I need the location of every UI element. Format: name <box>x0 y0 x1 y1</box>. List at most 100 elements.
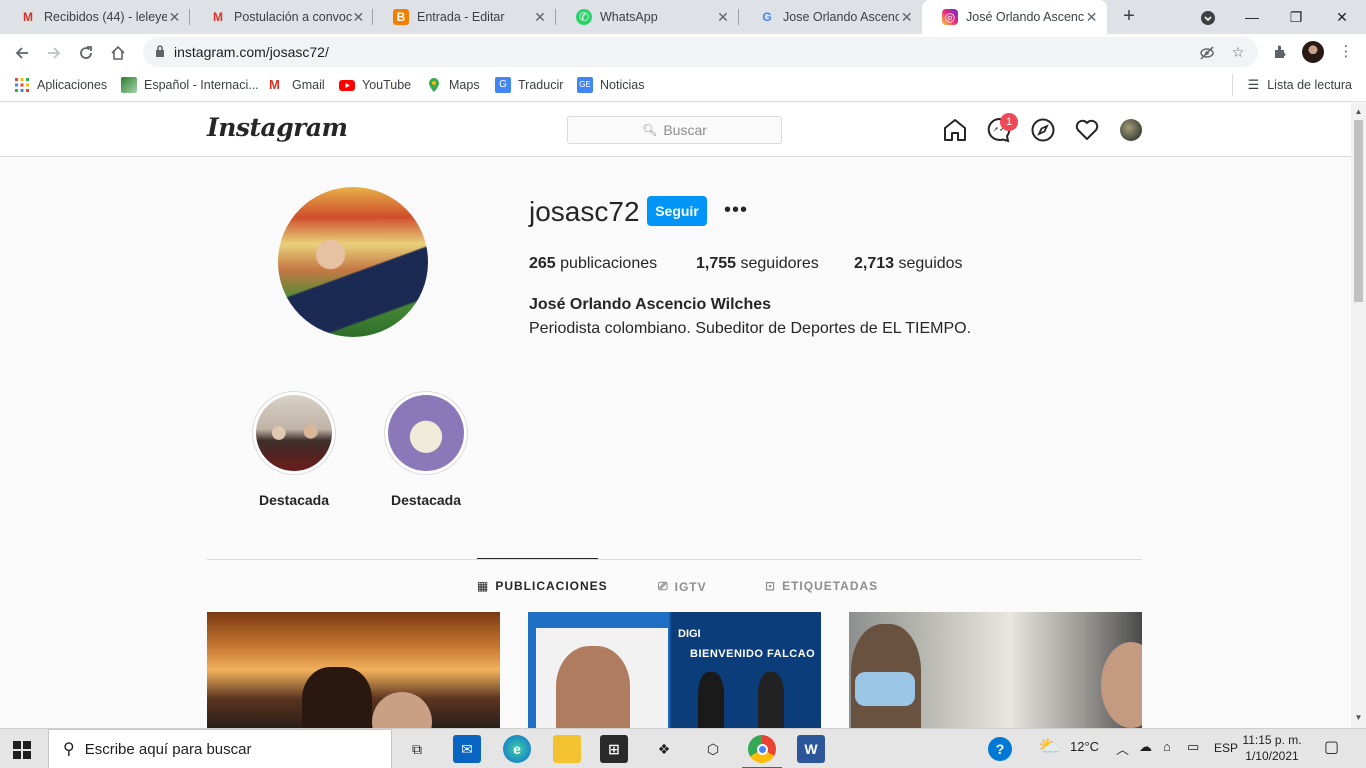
close-icon[interactable]: ✕ <box>1084 9 1099 26</box>
tab-title: WhatsApp <box>600 10 658 24</box>
apps-grid-icon <box>15 78 29 92</box>
search-input[interactable]: 🔍︎ Buscar <box>567 116 782 144</box>
maps-icon <box>429 78 439 92</box>
word-icon[interactable]: W <box>797 735 825 763</box>
gmail-icon: M <box>23 10 33 24</box>
close-window-button[interactable]: ✕ <box>1320 0 1364 34</box>
posts-count: 265 <box>529 255 556 272</box>
more-options-button[interactable]: ••• <box>724 198 748 222</box>
network-icon[interactable]: ⌂ <box>1163 739 1171 754</box>
store-icon[interactable]: ⊞ <box>600 735 628 763</box>
new-tab-button[interactable]: + <box>1118 6 1140 28</box>
help-icon[interactable]: ? <box>988 737 1012 761</box>
weather-temp[interactable]: 12°C <box>1070 739 1099 754</box>
bookmark-maps[interactable]: Maps <box>426 77 480 93</box>
tagged-icon: ⊡ <box>765 579 777 593</box>
bookmark-traducir[interactable]: G Traducir <box>495 77 563 93</box>
followers-stat[interactable]: 1,755 seguidores <box>696 255 819 273</box>
bookmark-apps[interactable]: Aplicaciones <box>14 77 107 93</box>
tab-google-search[interactable]: G Jose Orlando Ascencio ✕ <box>739 0 922 34</box>
windows-start-icon[interactable] <box>13 741 31 759</box>
scroll-up-arrow-icon[interactable]: ▲ <box>1354 107 1363 116</box>
follow-button[interactable]: Seguir <box>647 196 707 226</box>
address-bar[interactable]: instagram.com/josasc72/ ☆ <box>143 37 1258 67</box>
tabs-divider <box>207 559 1142 560</box>
edge-icon[interactable]: e <box>503 735 531 763</box>
taskbar-search-input[interactable]: ⚲ Escribe aquí para buscar <box>48 729 392 768</box>
star-icon[interactable]: ☆ <box>1229 43 1247 61</box>
heart-icon[interactable] <box>1074 117 1100 143</box>
tab-whatsapp[interactable]: ✆ WhatsApp ✕ <box>556 0 739 34</box>
bookmarks-bar: Aplicaciones Español - Internaci... M Gm… <box>0 70 1366 102</box>
bookmark-gmail[interactable]: M Gmail <box>269 77 325 93</box>
post-thumbnail[interactable] <box>849 612 1142 728</box>
translate-icon: G <box>495 77 511 93</box>
notifications-icon[interactable]: ▢ <box>1324 737 1339 757</box>
home-icon[interactable] <box>942 117 968 143</box>
tab-igtv[interactable]: ⎚ IGTV <box>658 579 707 594</box>
extensions-icon[interactable] <box>1270 42 1290 62</box>
url-text[interactable]: instagram.com/josasc72/ <box>174 44 329 60</box>
scroll-down-arrow-icon[interactable]: ▼ <box>1354 713 1363 722</box>
tab-search-button[interactable] <box>1186 0 1230 34</box>
post-photo-person <box>372 692 432 728</box>
file-explorer-icon[interactable] <box>553 735 581 763</box>
bookmark-youtube[interactable]: YouTube <box>339 77 411 93</box>
close-icon[interactable]: ✕ <box>715 9 731 26</box>
highlight-item[interactable]: Destacada <box>252 391 336 508</box>
close-icon[interactable]: ✕ <box>352 9 365 26</box>
restore-button[interactable]: ❐ <box>1274 0 1318 34</box>
chrome-profile-avatar[interactable] <box>1302 41 1324 63</box>
post-thumbnail[interactable] <box>207 612 500 728</box>
forward-button[interactable] <box>42 40 66 64</box>
home-button[interactable] <box>106 40 130 64</box>
post-thumbnail[interactable]: DIGI BIENVENIDO FALCAO <box>528 612 821 728</box>
app-hexagon-icon[interactable]: ⬡ <box>699 735 727 763</box>
close-icon[interactable]: ✕ <box>532 9 548 26</box>
onedrive-icon[interactable]: ☁ <box>1139 739 1152 755</box>
system-clock[interactable]: 11:15 p. m. 1/10/2021 <box>1240 732 1304 764</box>
bookmark-label: Traducir <box>518 78 564 92</box>
dropbox-icon[interactable]: ❖ <box>650 735 678 763</box>
scrollbar-thumb[interactable] <box>1354 120 1363 302</box>
tab-publicaciones[interactable]: ▦ PUBLICACIONES <box>477 579 608 593</box>
search-placeholder: Buscar <box>663 122 707 138</box>
grid-icon: ▦ <box>477 579 490 593</box>
tab-instagram[interactable]: ◎ José Orlando Ascencio ✕ <box>922 0 1107 34</box>
battery-icon[interactable]: ▭ <box>1187 739 1199 755</box>
chevron-down-icon <box>1201 11 1215 26</box>
user-avatar[interactable] <box>1120 119 1142 141</box>
mail-icon[interactable]: ✉ <box>453 735 481 763</box>
highlight-item[interactable]: Destacada <box>384 391 468 508</box>
reload-button[interactable] <box>74 40 98 64</box>
tab-gmail-postulacion[interactable]: M Postulación a convocatori ✕ <box>190 0 373 34</box>
language-indicator[interactable]: ESP <box>1214 741 1238 755</box>
close-icon[interactable]: ✕ <box>899 9 914 26</box>
bookmark-site-icon <box>121 77 137 93</box>
whatsapp-icon: ✆ <box>576 9 592 25</box>
chevron-up-icon[interactable]: ︿ <box>1116 739 1129 758</box>
chrome-center-icon <box>756 743 768 755</box>
following-stat[interactable]: 2,713 seguidos <box>854 255 963 273</box>
profile-avatar[interactable] <box>278 187 428 337</box>
close-icon[interactable]: ✕ <box>167 9 182 26</box>
task-view-icon[interactable]: ⧉ <box>403 735 431 763</box>
profile-bio: Periodista colombiano. Subeditor de Depo… <box>529 320 972 337</box>
bookmark-noticias[interactable]: GE Noticias <box>577 77 644 93</box>
bookmark-espanol[interactable]: Español - Internaci... <box>121 77 259 93</box>
weather-icon[interactable]: ⛅ <box>1038 736 1060 757</box>
back-button[interactable] <box>10 40 34 64</box>
minimize-button[interactable]: — <box>1230 0 1274 34</box>
tab-gmail-inbox[interactable]: M Recibidos (44) - leleyen ✕ <box>0 0 190 34</box>
reading-list-button[interactable]: ☰ Lista de lectura <box>1231 74 1352 96</box>
following-label: seguidos <box>898 255 963 272</box>
compass-icon[interactable] <box>1030 117 1056 143</box>
kebab-menu-icon[interactable]: ⋮ <box>1336 42 1356 62</box>
tab-etiquetadas[interactable]: ⊡ ETIQUETADAS <box>765 579 878 593</box>
eye-off-icon[interactable] <box>1198 43 1216 61</box>
arrow-right-icon <box>48 47 61 59</box>
instagram-logo[interactable]: Instagram <box>207 113 348 142</box>
chrome-icon[interactable] <box>742 735 782 768</box>
tab-blogger[interactable]: B Entrada - Editar ✕ <box>373 0 556 34</box>
page-scrollbar[interactable]: ▲ ▼ <box>1351 103 1366 728</box>
